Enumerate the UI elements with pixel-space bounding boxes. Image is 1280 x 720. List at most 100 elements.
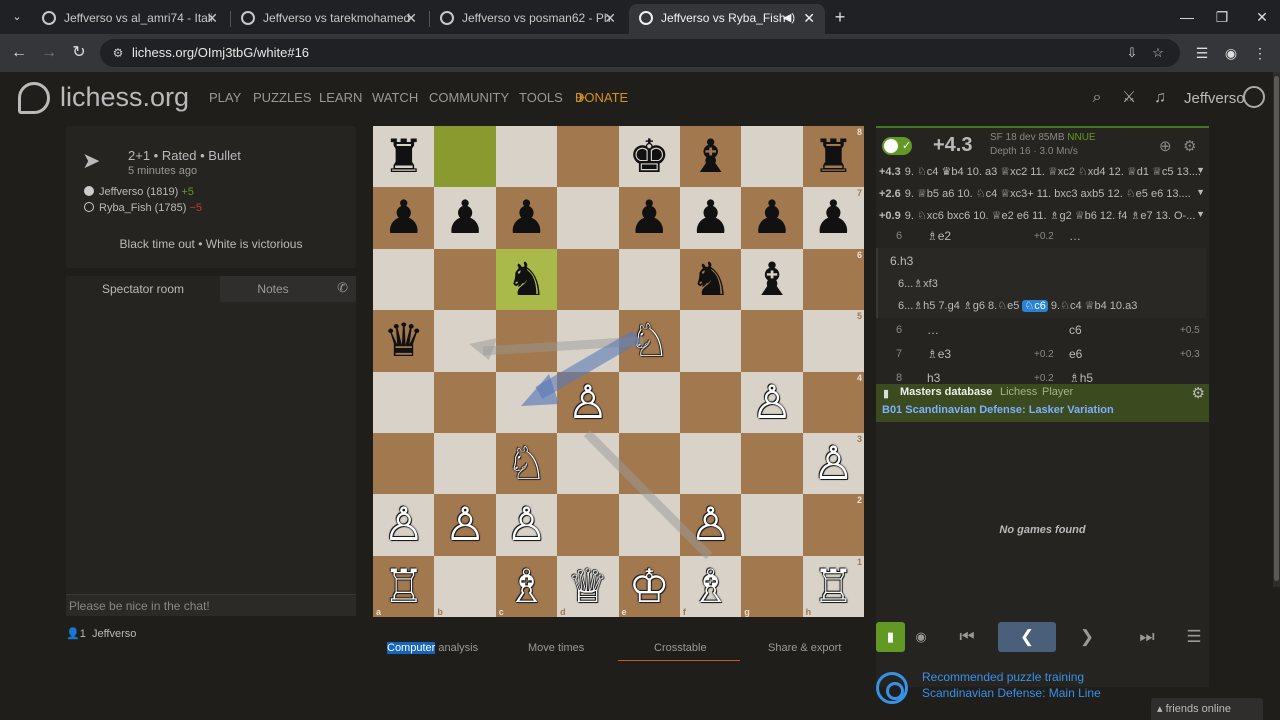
square-a5[interactable]: ♛ xyxy=(373,310,435,372)
search-icon[interactable]: ⌕ xyxy=(1087,88,1107,108)
pv-moves[interactable]: 9. ♕b5 a6 10. ♘c4 ♕xc3+ 11. bxc3 axb5 12… xyxy=(905,188,1191,200)
reload-button[interactable]: ↻ xyxy=(66,40,92,66)
variation-head[interactable]: 6.h3 xyxy=(890,254,913,268)
settings-gear-icon[interactable]: ⚙ xyxy=(1183,137,1196,155)
square-f4[interactable] xyxy=(679,371,742,433)
chess-board[interactable]: ♜ ♚ ♝ ♜ 8 ♟ ♟ ♟ ♟ ♟ ♟ ♟ 7 ♞ ♞ ♝ 6 ♛ ♘ 5 ♙ ♙ 4 ♘ ♙ 3 ♙ ♙ ♙ ♙ 2 ♖ a b ♗ c ♕ d ♔ e… xyxy=(373,126,864,617)
square-a2[interactable]: ♙ xyxy=(373,494,435,556)
square-a1[interactable]: ♖ a xyxy=(373,555,435,617)
chess-piece[interactable]: ♞ xyxy=(680,249,741,310)
opening-explorer-toggle-book-icon[interactable]: ▮ xyxy=(876,622,905,652)
square-e6[interactable] xyxy=(618,248,680,311)
practice-target-icon[interactable]: ◉ xyxy=(910,622,932,652)
white-move[interactable]: … xyxy=(927,323,939,337)
profile-icon[interactable]: ◉ xyxy=(1218,40,1244,66)
square-b1[interactable]: b xyxy=(434,555,496,617)
chess-piece[interactable]: ♚ xyxy=(619,126,680,187)
pv-line[interactable]: +4.3 9. ♘c4 ♛b4 10. a3 ♕xc2 11. ♕xc2 ♘xd4… xyxy=(879,165,1205,178)
explorer-db-masters[interactable]: Masters database xyxy=(900,386,992,398)
tab-computer-analysis[interactable]: Computer analysis xyxy=(387,642,478,654)
chess-piece[interactable]: ♖ xyxy=(373,556,434,617)
black-move[interactable]: ♗h5 xyxy=(1069,371,1093,384)
square-e1[interactable]: ♔ e xyxy=(618,555,680,617)
chess-piece[interactable]: ♗ xyxy=(680,556,741,617)
square-h5[interactable]: 5 xyxy=(802,310,864,372)
chess-piece[interactable]: ♘ xyxy=(496,433,557,494)
chess-piece[interactable]: ♙ xyxy=(741,372,802,433)
square-d6[interactable] xyxy=(557,248,619,311)
chat-input[interactable]: Please be nice in the chat! xyxy=(66,594,356,616)
variation-line[interactable]: 6...♗xf3 xyxy=(898,277,938,290)
speaker-icon[interactable]: ◀) xyxy=(783,4,795,32)
square-g4[interactable]: ♙ xyxy=(741,371,803,433)
square-f2[interactable]: ♙ xyxy=(679,494,742,556)
nav-play[interactable]: PLAY xyxy=(209,90,241,105)
square-f5[interactable] xyxy=(679,310,742,372)
black-move[interactable]: … xyxy=(1069,229,1081,243)
square-g3[interactable] xyxy=(741,432,803,495)
square-g5[interactable] xyxy=(741,310,803,372)
chess-piece[interactable]: ♟ xyxy=(803,187,864,248)
pv-moves[interactable]: 9. ♘xc6 bxc6 10. ♕e2 e6 11. ♗g2 ♕b6 12. … xyxy=(905,210,1196,222)
square-e5[interactable]: ♘ xyxy=(618,310,680,372)
first-move-icon[interactable]: ⏮ xyxy=(952,622,982,652)
browser-tab-active[interactable]: Jeffverso vs Ryba_Fish - Scan ◀) ✕ xyxy=(629,4,825,34)
pv-expand-icon[interactable]: ▼ xyxy=(1196,187,1205,197)
tab-share-export[interactable]: Share & export xyxy=(768,642,841,654)
target-icon[interactable]: ⊕ xyxy=(1159,137,1172,155)
chess-piece[interactable]: ♕ xyxy=(557,556,618,617)
friends-online-box[interactable]: ▴ friends online xyxy=(1151,698,1263,720)
square-g2[interactable] xyxy=(741,494,803,556)
back-button[interactable]: ← xyxy=(6,40,32,66)
chess-piece[interactable]: ♜ xyxy=(373,126,434,187)
tab-move-times[interactable]: Move times xyxy=(528,642,584,654)
challenge-swords-icon[interactable]: ⚔ xyxy=(1119,88,1139,108)
bookmark-star-icon[interactable]: ☆ xyxy=(1148,43,1168,63)
chess-piece[interactable]: ♔ xyxy=(619,556,680,617)
chess-piece[interactable]: ♘ xyxy=(619,310,680,371)
white-player-name[interactable]: Jeffverso (1819) xyxy=(99,186,178,198)
chess-piece[interactable]: ♙ xyxy=(557,372,618,433)
tab-crosstable[interactable]: Crosstable xyxy=(654,642,707,654)
square-d3[interactable] xyxy=(557,432,619,495)
square-a3[interactable] xyxy=(373,432,435,495)
pv-moves[interactable]: 9. ♘c4 ♛b4 10. a3 ♕xc2 11. ♕xc2 ♘xd4 12.… xyxy=(905,166,1201,178)
menu-hamburger-icon[interactable]: ☰ xyxy=(1179,622,1209,652)
pv-expand-icon[interactable]: ▼ xyxy=(1196,165,1205,175)
chess-piece[interactable]: ♙ xyxy=(803,433,864,494)
puzzle-theme[interactable]: Scandinavian Defense: Main Line xyxy=(922,686,1101,700)
url-text[interactable]: lichess.org/OImj3tbG/white#16 xyxy=(132,39,309,67)
square-c1[interactable]: ♗ c xyxy=(495,555,558,617)
square-c7[interactable]: ♟ xyxy=(495,187,558,249)
chess-piece[interactable]: ♙ xyxy=(680,494,741,555)
black-player[interactable]: Ryba_Fish (1785) −5 xyxy=(84,202,202,214)
square-f6[interactable]: ♞ xyxy=(679,248,742,311)
square-e3[interactable] xyxy=(618,432,680,495)
square-f7[interactable]: ♟ xyxy=(679,187,742,249)
square-c8[interactable] xyxy=(495,126,558,188)
square-h7[interactable]: ♟ 7 xyxy=(802,187,864,249)
square-g6[interactable]: ♝ xyxy=(741,248,803,311)
nav-community[interactable]: COMMUNITY xyxy=(429,90,509,105)
browser-tab[interactable]: Jeffverso vs posman62 - Philido ✕ xyxy=(430,4,626,34)
explorer-settings-gear-icon[interactable]: ⚙ xyxy=(1192,384,1205,402)
chess-piece[interactable]: ♟ xyxy=(373,187,434,248)
opening-name[interactable]: B01 Scandinavian Defense: Lasker Variati… xyxy=(882,404,1114,416)
square-h4[interactable]: 4 xyxy=(802,371,864,433)
square-e4[interactable] xyxy=(618,371,680,433)
square-d5[interactable] xyxy=(557,310,619,372)
square-b5[interactable] xyxy=(434,310,496,372)
next-move-icon[interactable]: ❯ xyxy=(1072,622,1102,652)
chess-piece[interactable]: ♟ xyxy=(434,187,495,248)
page-scrollbar[interactable] xyxy=(1273,72,1280,587)
square-f1[interactable]: ♗ f xyxy=(679,555,742,617)
square-b4[interactable] xyxy=(434,371,496,433)
white-move[interactable]: h3 xyxy=(927,371,940,384)
black-move[interactable]: c6 xyxy=(1069,323,1082,337)
explorer-db-lichess[interactable]: Lichess xyxy=(1000,386,1037,398)
square-d2[interactable] xyxy=(557,494,619,556)
square-f3[interactable] xyxy=(679,432,742,495)
square-b7[interactable]: ♟ xyxy=(434,187,496,249)
chess-piece[interactable]: ♙ xyxy=(434,494,495,555)
pv-expand-icon[interactable]: ▼ xyxy=(1196,209,1205,219)
